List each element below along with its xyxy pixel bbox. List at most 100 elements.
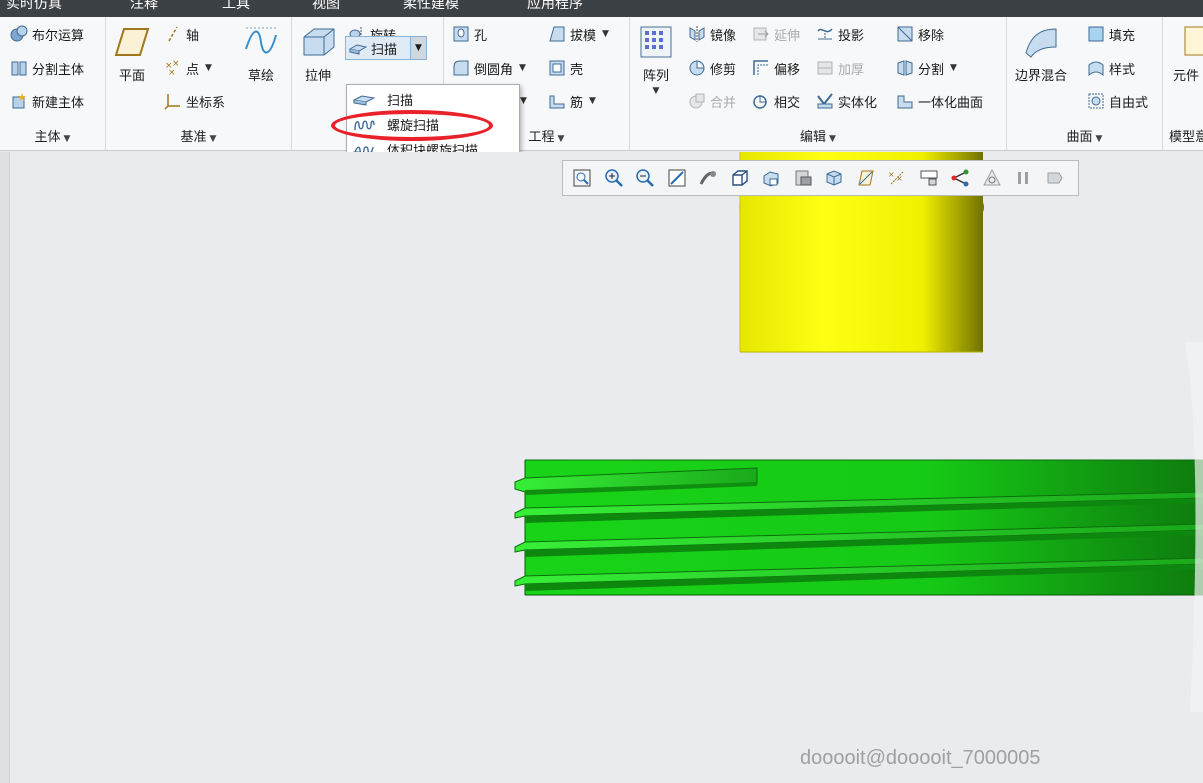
spin-center-icon[interactable] bbox=[695, 165, 721, 191]
sketch-button[interactable]: 草绘 bbox=[243, 25, 279, 84]
datum-display-icon[interactable] bbox=[853, 165, 879, 191]
menu-item-view[interactable]: 视图 bbox=[312, 0, 340, 13]
hole-label: 孔 bbox=[474, 28, 488, 44]
menu-item-sweep[interactable]: 扫描 bbox=[347, 87, 519, 112]
rib-dropdown-icon[interactable]: ▼ bbox=[589, 96, 596, 106]
repaint-icon[interactable] bbox=[664, 165, 690, 191]
extrude-icon bbox=[303, 28, 335, 56]
pattern-label: 阵列 bbox=[642, 69, 669, 84]
remove-button[interactable]: 移除 bbox=[896, 23, 944, 45]
extrude-button[interactable]: 拉伸 bbox=[300, 25, 336, 84]
intersect-button[interactable]: 相交 bbox=[752, 90, 800, 112]
green-threaded-body[interactable] bbox=[514, 459, 1203, 596]
left-panel-edge[interactable] bbox=[0, 152, 10, 783]
menu-item-applications[interactable]: 应用程序 bbox=[527, 0, 583, 13]
sweep-dropdown-arrow[interactable]: ▼ bbox=[410, 37, 426, 59]
round-dropdown-icon[interactable]: ▼ bbox=[519, 63, 526, 73]
zoom-refit-icon[interactable] bbox=[569, 165, 595, 191]
axis-icon bbox=[168, 26, 178, 42]
sweep-icon bbox=[353, 94, 375, 106]
menu-item-live-simulation[interactable]: 实时仿真 bbox=[6, 0, 62, 13]
offset-button[interactable]: 偏移 bbox=[752, 57, 800, 79]
axis-button[interactable]: 轴 bbox=[164, 23, 199, 45]
view-manager-icon[interactable] bbox=[790, 165, 816, 191]
new-body-button[interactable]: 新建主体 bbox=[10, 90, 84, 112]
offset-icon bbox=[753, 60, 768, 75]
extend-button[interactable]: 延伸 bbox=[752, 23, 800, 45]
style-button[interactable]: 样式 bbox=[1087, 57, 1135, 79]
menu-item-tools[interactable]: 工具 bbox=[222, 0, 250, 13]
menu-item-annotate[interactable]: 注释 bbox=[130, 0, 158, 13]
trim-button[interactable]: 修剪 bbox=[688, 57, 736, 79]
pattern-dropdown-icon[interactable]: ▼ bbox=[653, 86, 660, 96]
unify-surface-icon bbox=[897, 95, 913, 109]
split-body-button[interactable]: 分割主体 bbox=[10, 57, 84, 79]
split-button[interactable]: 分割 ▼ bbox=[896, 57, 957, 79]
pause-icon[interactable] bbox=[1010, 165, 1036, 191]
group-datum-label[interactable]: 基准 ▼ bbox=[106, 126, 291, 145]
project-label: 投影 bbox=[838, 28, 865, 44]
csys-button[interactable]: 坐标系 bbox=[164, 90, 225, 112]
display-style-icon[interactable] bbox=[727, 165, 753, 191]
model-tree-icon[interactable] bbox=[916, 165, 942, 191]
rib-label: 筋 bbox=[570, 95, 584, 111]
solidify-button[interactable]: 实体化 bbox=[816, 90, 877, 112]
merge-button[interactable]: 合并 bbox=[688, 90, 736, 112]
unify-surface-button[interactable]: 一体化曲面 bbox=[896, 90, 983, 112]
hole-button[interactable]: 孔 bbox=[452, 23, 487, 45]
plane-button[interactable]: 平面 bbox=[114, 25, 150, 84]
project-button[interactable]: 投影 bbox=[816, 23, 864, 45]
shell-label: 壳 bbox=[570, 62, 584, 78]
solidify-label: 实体化 bbox=[838, 95, 878, 111]
zoom-in-icon[interactable] bbox=[601, 165, 627, 191]
saved-orientations-icon[interactable] bbox=[758, 165, 784, 191]
section-icon[interactable] bbox=[947, 165, 973, 191]
group-editing-label[interactable]: 编辑 ▼ bbox=[630, 126, 1006, 145]
annotation-display-icon[interactable]: × × bbox=[884, 165, 910, 191]
view-toolbar: × × bbox=[562, 160, 1079, 196]
point-button[interactable]: × × × 点 ▼ bbox=[164, 57, 212, 79]
boolean-button[interactable]: 布尔运算 bbox=[10, 23, 84, 45]
split-body-icon bbox=[11, 61, 27, 76]
draft-icon bbox=[549, 26, 565, 42]
sweep-button[interactable]: 扫描 bbox=[349, 37, 397, 59]
draft-button[interactable]: 拔模 ▼ bbox=[548, 23, 609, 45]
group-surfaces-label[interactable]: 曲面 ▼ bbox=[1007, 126, 1162, 145]
freestyle-button[interactable]: 自由式 bbox=[1087, 90, 1148, 112]
draft-label: 拔模 bbox=[570, 28, 597, 44]
next-icon[interactable] bbox=[1042, 165, 1068, 191]
menu-item-flexible-modeling[interactable]: 柔性建模 bbox=[403, 0, 459, 13]
split-label: 分割 bbox=[918, 62, 945, 78]
sweep-split-button[interactable]: 扫描 ▼ bbox=[345, 36, 427, 60]
graphics-viewport[interactable] bbox=[0, 152, 1203, 783]
rib-button[interactable]: 筋 ▼ bbox=[548, 90, 596, 112]
thicken-button[interactable]: 加厚 bbox=[816, 57, 864, 79]
sweep-label: 扫描 bbox=[371, 42, 398, 58]
fill-button[interactable]: 填充 bbox=[1087, 23, 1135, 45]
component-icon bbox=[1184, 26, 1203, 56]
mirror-button[interactable]: 镜像 bbox=[688, 23, 736, 45]
boolean-icon bbox=[10, 25, 28, 42]
point-dropdown-icon[interactable]: ▼ bbox=[205, 63, 212, 73]
component-button[interactable]: 元件 bbox=[1173, 25, 1203, 84]
remove-icon bbox=[897, 26, 913, 42]
style-icon bbox=[1088, 61, 1104, 77]
draft-dropdown-icon[interactable]: ▼ bbox=[602, 29, 609, 39]
boolean-label: 布尔运算 bbox=[32, 28, 85, 44]
thicken-label: 加厚 bbox=[838, 62, 865, 78]
watermark-text: dooooit@dooooit_7000005 bbox=[800, 747, 1041, 769]
round-button[interactable]: 倒圆角 ▼ bbox=[452, 57, 526, 79]
shell-button[interactable]: 壳 bbox=[548, 57, 583, 79]
svg-text:×: × bbox=[888, 170, 895, 179]
group-body-label[interactable]: 主体 ▼ bbox=[0, 126, 105, 145]
ribbon: 布尔运算 分割主体 新建主体 主体 ▼ 平面 轴 × × × 点 ▼ 坐标系 草… bbox=[0, 17, 1203, 151]
boundary-blend-button[interactable]: 边界混合 bbox=[1015, 25, 1067, 84]
simulation-icon[interactable] bbox=[979, 165, 1005, 191]
round-icon bbox=[453, 60, 469, 76]
sketch-icon bbox=[245, 27, 277, 54]
zoom-out-icon[interactable] bbox=[632, 165, 658, 191]
perspective-icon[interactable] bbox=[821, 165, 847, 191]
group-model-intent-label[interactable]: 模型意 bbox=[1169, 126, 1203, 145]
pattern-button[interactable]: 阵列 ▼ bbox=[638, 25, 674, 96]
split-dropdown-icon[interactable]: ▼ bbox=[950, 63, 957, 73]
